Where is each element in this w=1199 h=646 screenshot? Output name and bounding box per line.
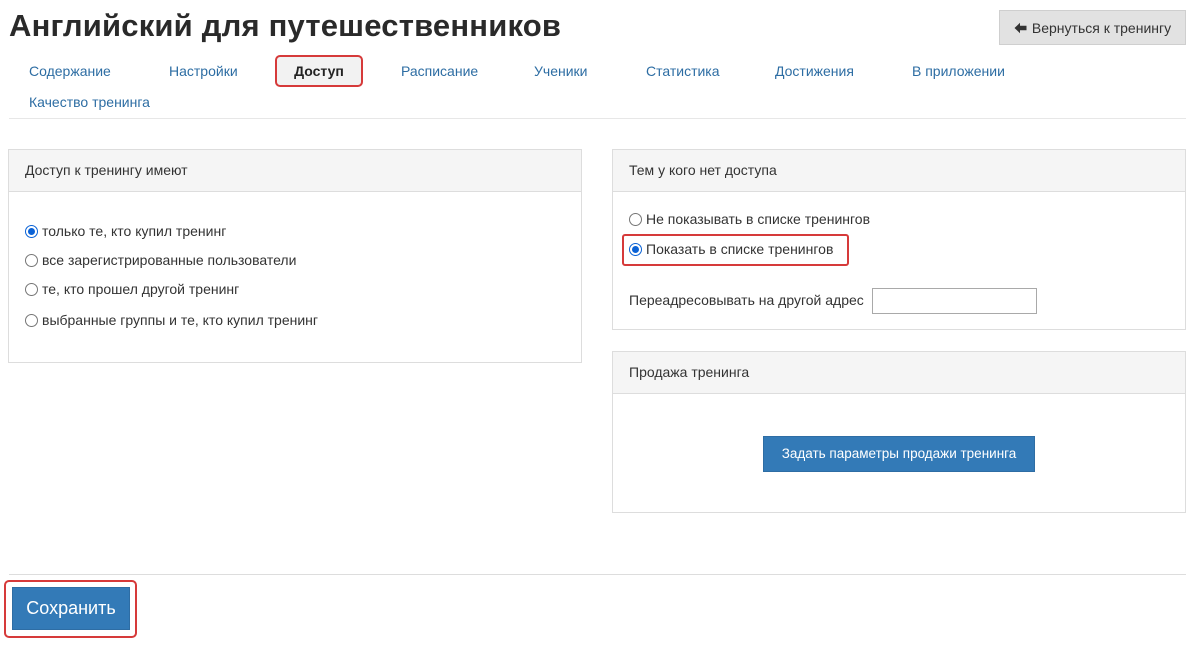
tabs-divider (9, 118, 1186, 119)
redirect-label: Переадресовывать на другой адрес (629, 292, 864, 308)
tab-students[interactable]: Ученики (534, 55, 587, 87)
access-option-other-training[interactable]: те, кто прошел другой тренинг (25, 281, 239, 297)
tab-statistics[interactable]: Статистика (646, 55, 720, 87)
radio-button-checked[interactable] (25, 224, 38, 238)
access-panel-heading: Доступ к тренингу имеют (9, 150, 581, 192)
no-access-option-label: Не показывать в списке тренингов (646, 211, 871, 227)
tab-access[interactable]: Доступ (275, 55, 363, 87)
tab-training-quality[interactable]: Качество тренинга (29, 86, 150, 118)
access-option-label: все зарегистрированные пользователи (42, 252, 297, 268)
no-access-option-hide[interactable]: Не показывать в списке тренингов (629, 211, 870, 227)
access-option-label: выбранные группы и те, кто купил тренинг (42, 312, 319, 328)
radio-button[interactable] (25, 313, 38, 327)
access-panel: Доступ к тренингу имеют только те, кто к… (8, 149, 582, 363)
no-access-option-show[interactable]: Показать в списке тренингов (629, 241, 833, 257)
radio-button[interactable] (25, 253, 38, 267)
no-access-panel: Тем у кого нет доступа Не показывать в с… (612, 149, 1186, 330)
tab-in-app[interactable]: В приложении (912, 55, 1005, 87)
tab-schedule[interactable]: Расписание (401, 55, 478, 87)
access-option-registered[interactable]: все зарегистрированные пользователи (25, 252, 296, 268)
no-access-panel-heading: Тем у кого нет доступа (613, 150, 1185, 192)
sale-panel-heading: Продажа тренинга (613, 352, 1185, 394)
radio-button[interactable] (25, 282, 38, 296)
set-sale-parameters-button[interactable]: Задать параметры продажи тренинга (763, 436, 1035, 472)
access-option-purchased[interactable]: только те, кто купил тренинг (25, 223, 226, 239)
page-title: Английский для путешественников (9, 8, 562, 43)
arrow-left-icon (1014, 22, 1027, 34)
save-button-highlight: Сохранить (4, 580, 137, 638)
tab-achievements[interactable]: Достижения (775, 55, 854, 87)
access-option-label: только те, кто купил тренинг (42, 223, 227, 239)
footer-divider (9, 574, 1186, 575)
back-button-label: Вернуться к тренингу (1031, 19, 1172, 36)
save-button[interactable]: Сохранить (12, 587, 130, 630)
radio-button[interactable] (629, 212, 642, 226)
redirect-url-input[interactable] (872, 288, 1037, 314)
back-to-training-button[interactable]: Вернуться к тренингу (999, 10, 1186, 45)
no-access-option-label: Показать в списке тренингов (646, 241, 834, 257)
access-option-groups[interactable]: выбранные группы и те, кто купил тренинг (25, 312, 318, 328)
access-option-label: те, кто прошел другой тренинг (42, 281, 240, 297)
page: Английский для путешественников Вернутьс… (0, 0, 1199, 646)
tab-settings[interactable]: Настройки (169, 55, 238, 87)
sale-panel: Продажа тренинга Задать параметры продаж… (612, 351, 1186, 513)
tab-content[interactable]: Содержание (29, 55, 111, 87)
radio-button-checked[interactable] (629, 242, 642, 256)
